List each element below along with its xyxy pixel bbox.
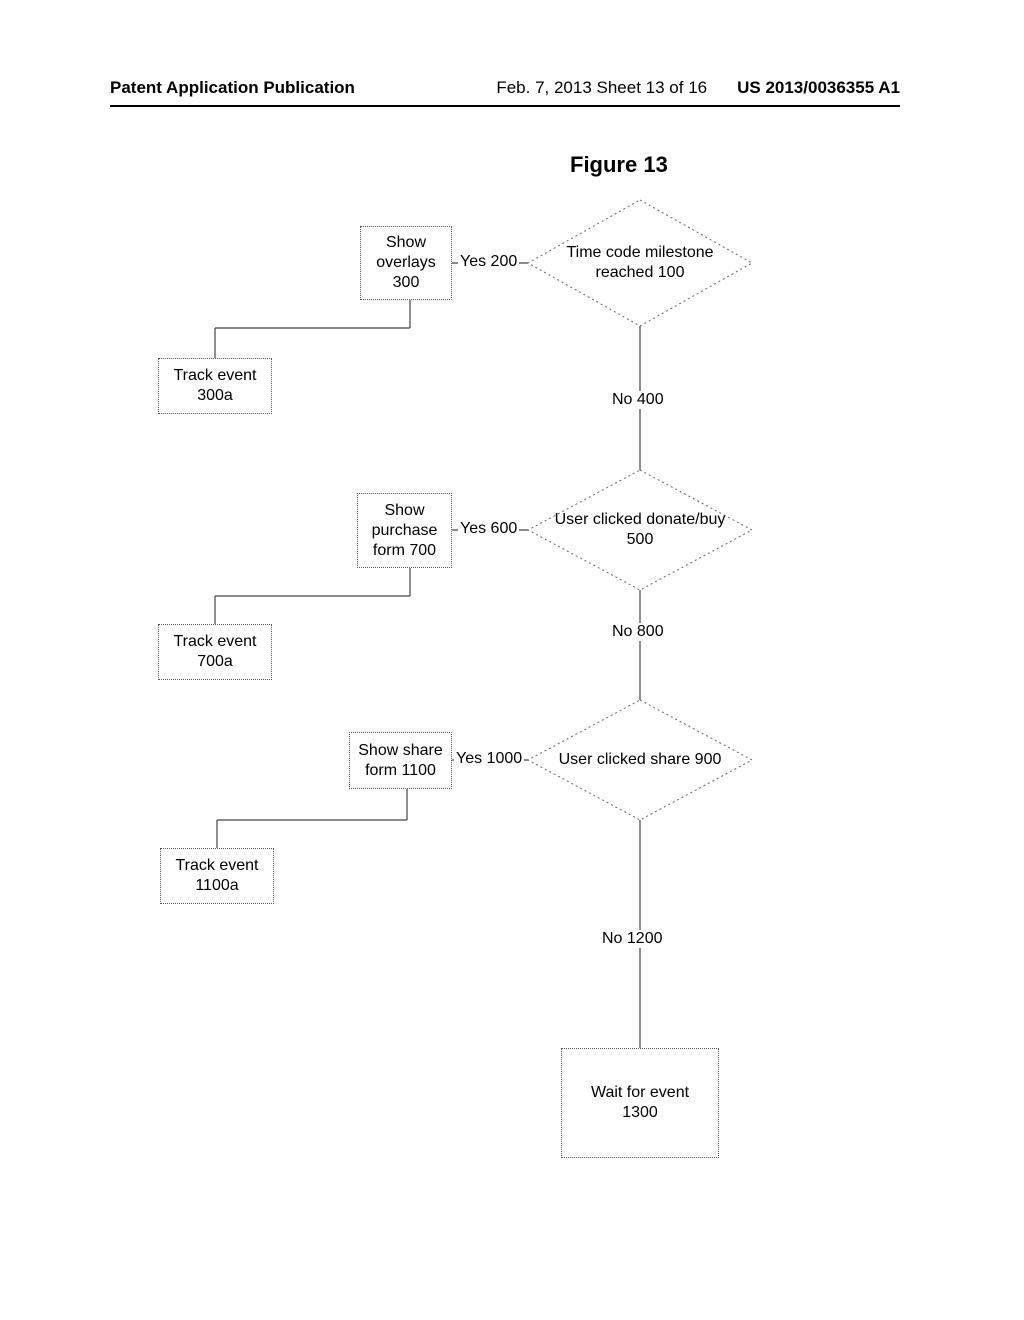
process-show-purchase-700: Show purchase form 700 — [357, 493, 452, 568]
decision-share-label: User clicked share 900 — [540, 700, 740, 820]
edge-no-800: No 800 — [610, 623, 666, 641]
flowchart-connectors — [0, 0, 1024, 1320]
box-line: Track event — [174, 632, 257, 652]
process-wait-for-event-1300: Wait for event 1300 — [561, 1048, 719, 1158]
decision-share-900: User clicked share 900 — [540, 700, 740, 820]
process-show-share-1100: Show share form 1100 — [349, 732, 452, 789]
box-line: form 1100 — [365, 761, 436, 781]
process-track-event-1100a: Track event 1100a — [160, 848, 274, 904]
box-line: Show — [384, 501, 424, 521]
process-track-event-700a: Track event 700a — [158, 624, 272, 680]
box-line: Show — [386, 233, 426, 253]
decision-timecode-100: Time code milestone reached 100 — [540, 203, 740, 323]
box-line: 1300 — [622, 1103, 658, 1123]
box-line: Show share — [358, 741, 443, 761]
box-line: 300 — [393, 273, 420, 293]
box-line: 300a — [197, 386, 233, 406]
box-line: 700a — [197, 652, 233, 672]
box-line: Wait for event — [591, 1083, 689, 1103]
box-line: Track event — [174, 366, 257, 386]
box-line: purchase — [372, 521, 438, 541]
box-line: overlays — [376, 253, 436, 273]
decision-timecode-label: Time code milestone reached 100 — [540, 203, 740, 323]
process-show-overlays-300: Show overlays 300 — [360, 226, 452, 300]
decision-donate-buy-500: User clicked donate/buy 500 — [540, 470, 740, 590]
decision-donate-buy-label: User clicked donate/buy 500 — [540, 470, 740, 590]
edge-yes-1000: Yes 1000 — [454, 750, 524, 768]
edge-yes-200: Yes 200 — [458, 253, 519, 271]
edge-yes-600: Yes 600 — [458, 520, 519, 538]
box-line: form 700 — [373, 541, 436, 561]
edge-no-1200: No 1200 — [600, 930, 665, 948]
box-line: Track event — [176, 856, 259, 876]
process-track-event-300a: Track event 300a — [158, 358, 272, 414]
edge-no-400: No 400 — [610, 391, 666, 409]
box-line: 1100a — [195, 876, 238, 896]
